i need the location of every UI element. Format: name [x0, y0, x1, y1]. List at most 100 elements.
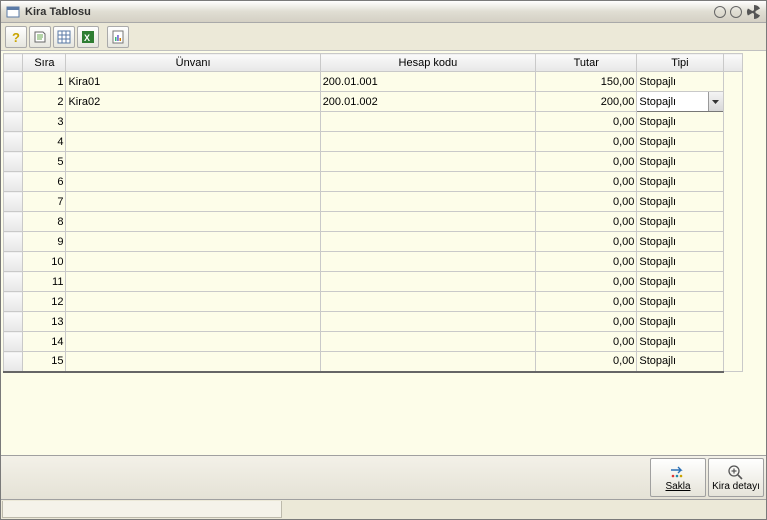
cell-unvani[interactable] [66, 272, 320, 292]
cell-tipi[interactable]: Stopajlı [637, 112, 723, 132]
table-row[interactable]: 15 0,00Stopajlı [4, 352, 743, 372]
corner-header[interactable] [4, 54, 23, 72]
maximize-icon[interactable] [730, 6, 742, 18]
row-header[interactable] [4, 172, 23, 192]
row-header[interactable] [4, 132, 23, 152]
cell-hesap[interactable]: 200.01.001 [320, 72, 535, 92]
table-row[interactable]: 10 0,00Stopajlı [4, 252, 743, 272]
row-header[interactable] [4, 332, 23, 352]
cell-unvani[interactable] [66, 292, 320, 312]
cell-tutar[interactable]: 0,00 [536, 272, 637, 292]
row-header[interactable] [4, 292, 23, 312]
cell-unvani[interactable]: Kira02 [66, 92, 320, 112]
cell-sira[interactable]: 2 [23, 92, 66, 112]
cell-hesap[interactable] [320, 292, 535, 312]
row-header[interactable] [4, 232, 23, 252]
col-header-tutar[interactable]: Tutar [536, 54, 637, 72]
cell-sira[interactable]: 15 [23, 352, 66, 372]
cell-hesap[interactable] [320, 192, 535, 212]
cell-hesap[interactable] [320, 172, 535, 192]
table-row[interactable]: 12 0,00Stopajlı [4, 292, 743, 312]
cell-unvani[interactable] [66, 252, 320, 272]
col-header-tipi[interactable]: Tipi [637, 54, 723, 72]
row-header[interactable] [4, 312, 23, 332]
cell-tipi[interactable]: Stopajlı [637, 252, 723, 272]
cell-tipi[interactable]: Stopajlı [637, 72, 723, 92]
row-header[interactable] [4, 272, 23, 292]
cell-hesap[interactable] [320, 312, 535, 332]
cell-tutar[interactable]: 0,00 [536, 312, 637, 332]
cell-tutar[interactable]: 0,00 [536, 252, 637, 272]
cell-sira[interactable]: 12 [23, 292, 66, 312]
cell-unvani[interactable] [66, 152, 320, 172]
cell-tutar[interactable]: 0,00 [536, 132, 637, 152]
cell-sira[interactable]: 3 [23, 112, 66, 132]
cell-unvani[interactable] [66, 172, 320, 192]
cell-unvani[interactable] [66, 132, 320, 152]
col-header-sira[interactable]: Sıra [23, 54, 66, 72]
grid-button[interactable] [53, 26, 75, 48]
minimize-icon[interactable] [714, 6, 726, 18]
row-header[interactable] [4, 152, 23, 172]
cell-tipi[interactable]: Stopajlı [637, 172, 723, 192]
cell-tipi[interactable]: Stopajlı [637, 232, 723, 252]
table-row[interactable]: 50,00Stopajlı [4, 152, 743, 172]
cell-hesap[interactable]: 200.01.002 [320, 92, 535, 112]
table-row[interactable]: 13 0,00Stopajlı [4, 312, 743, 332]
cell-sira[interactable]: 7 [23, 192, 66, 212]
cell-tipi[interactable]: Stopajlı [637, 212, 723, 232]
cell-tutar[interactable]: 0,00 [536, 292, 637, 312]
kira-detayi-button[interactable]: Kira detayı [708, 458, 764, 497]
table-row[interactable]: 140,00Stopajlı [4, 332, 743, 352]
cell-unvani[interactable] [66, 192, 320, 212]
data-grid[interactable]: Sıra Ünvanı Hesap kodu Tutar Tipi 1Kira0… [3, 53, 743, 373]
row-header[interactable] [4, 352, 23, 372]
cell-tipi[interactable]: Stopajlı [637, 192, 723, 212]
cell-hesap[interactable] [320, 332, 535, 352]
row-header[interactable] [4, 252, 23, 272]
cell-tipi[interactable]: Stopajlı [637, 132, 723, 152]
table-row[interactable]: 6 0,00Stopajlı [4, 172, 743, 192]
cell-tutar[interactable]: 0,00 [536, 112, 637, 132]
col-header-unvani[interactable]: Ünvanı [66, 54, 320, 72]
cell-tutar[interactable]: 0,00 [536, 232, 637, 252]
cell-sira[interactable]: 14 [23, 332, 66, 352]
close-icon[interactable] [746, 4, 762, 20]
cell-tutar[interactable]: 0,00 [536, 212, 637, 232]
cell-sira[interactable]: 9 [23, 232, 66, 252]
cell-tipi[interactable]: Stopajlı [637, 352, 723, 372]
cell-tutar[interactable]: 150,00 [536, 72, 637, 92]
cell-hesap[interactable] [320, 252, 535, 272]
cell-sira[interactable]: 13 [23, 312, 66, 332]
notes-button[interactable] [29, 26, 51, 48]
sakla-button[interactable]: Sakla [650, 458, 706, 497]
cell-unvani[interactable] [66, 232, 320, 252]
cell-unvani[interactable] [66, 352, 320, 372]
cell-unvani[interactable] [66, 332, 320, 352]
excel-button[interactable]: X [77, 26, 99, 48]
titlebar[interactable]: Kira Tablosu [1, 1, 766, 23]
cell-tutar[interactable]: 0,00 [536, 172, 637, 192]
cell-sira[interactable]: 8 [23, 212, 66, 232]
row-header[interactable] [4, 212, 23, 232]
cell-tutar[interactable]: 0,00 [536, 352, 637, 372]
cell-sira[interactable]: 1 [23, 72, 66, 92]
cell-sira[interactable]: 10 [23, 252, 66, 272]
cell-tipi[interactable]: Stopajlı [637, 312, 723, 332]
row-header[interactable] [4, 92, 23, 112]
cell-sira[interactable]: 11 [23, 272, 66, 292]
cell-tipi[interactable]: StopajlıStopajlıKDV li [637, 92, 723, 112]
cell-sira[interactable]: 5 [23, 152, 66, 172]
cell-tipi[interactable]: Stopajlı [637, 292, 723, 312]
cell-unvani[interactable]: Kira01 [66, 72, 320, 92]
cell-tipi[interactable]: Stopajlı [637, 152, 723, 172]
cell-tipi[interactable]: Stopajlı [637, 332, 723, 352]
table-row[interactable]: 9 0,00Stopajlı [4, 232, 743, 252]
cell-sira[interactable]: 6 [23, 172, 66, 192]
col-header-hesap[interactable]: Hesap kodu [320, 54, 535, 72]
table-row[interactable]: 8 0,00Stopajlı [4, 212, 743, 232]
cell-hesap[interactable] [320, 212, 535, 232]
table-row[interactable]: 40,00Stopajlı [4, 132, 743, 152]
table-row[interactable]: 110,00Stopajlı [4, 272, 743, 292]
cell-hesap[interactable] [320, 232, 535, 252]
